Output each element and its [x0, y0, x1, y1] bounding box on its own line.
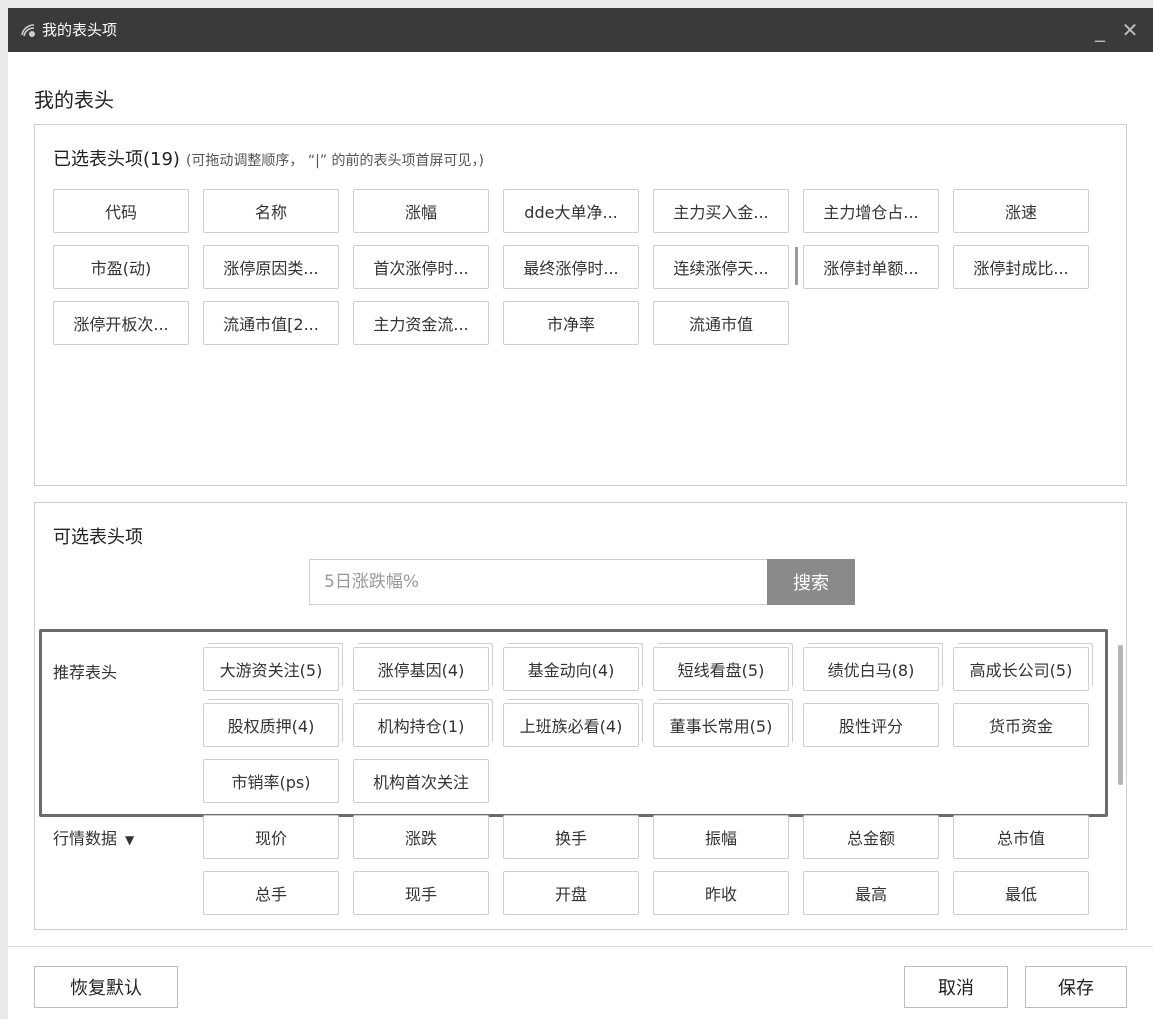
recommend-chip[interactable]: 董事长常用(5)	[653, 703, 789, 747]
scrollbar-thumb[interactable]	[1118, 645, 1123, 785]
recommend-chip[interactable]: 涨停基因(4)	[353, 647, 489, 691]
selected-chip[interactable]: dde大单净...	[503, 189, 639, 233]
market-chip[interactable]: 开盘	[503, 871, 639, 915]
recommend-chip[interactable]: 大游资关注(5)	[203, 647, 339, 691]
available-items-panel: 可选表头项 5日涨跌幅% 搜索 推荐表头 大游资关注(5) 涨停基因(4) 基金…	[34, 502, 1127, 930]
first-screen-divider[interactable]	[795, 247, 798, 285]
caret-down-icon: ▼	[125, 833, 135, 847]
recommend-label: 推荐表头	[53, 663, 118, 682]
market-chip[interactable]: 最高	[803, 871, 939, 915]
market-chip[interactable]: 涨跌	[353, 815, 489, 859]
search-input[interactable]: 5日涨跌幅%	[309, 559, 767, 605]
restore-default-button[interactable]: 恢复默认	[34, 966, 178, 1008]
selected-chip[interactable]: 连续涨停天...	[653, 245, 789, 289]
recommend-chip[interactable]: 股权质押(4)	[203, 703, 339, 747]
market-chip[interactable]: 最低	[953, 871, 1089, 915]
recommend-chip[interactable]: 上班族必看(4)	[503, 703, 639, 747]
selected-chip[interactable]: 涨停封成比...	[953, 245, 1089, 289]
selected-chip[interactable]: 涨停封单额...	[803, 245, 939, 289]
selected-hint: (可拖动调整顺序， “|” 的前的表头项首屏可见，)	[185, 153, 484, 169]
selected-chip[interactable]: 流通市值	[653, 301, 789, 345]
market-data-toggle[interactable]: 行情数据 ▼	[53, 825, 134, 849]
selected-heading-label: 已选表头项(19)	[53, 149, 180, 170]
cancel-button[interactable]: 取消	[904, 966, 1008, 1008]
recommend-chip[interactable]: 市销率(ps)	[203, 759, 339, 803]
market-data-label: 行情数据	[53, 829, 118, 848]
recommend-chip[interactable]: 绩优白马(8)	[803, 647, 939, 691]
footer-divider	[8, 946, 1153, 947]
available-heading: 可选表头项	[53, 527, 143, 548]
recommend-chip[interactable]: 机构首次关注	[353, 759, 489, 803]
recommend-chip[interactable]: 短线看盘(5)	[653, 647, 789, 691]
market-chip[interactable]: 振幅	[653, 815, 789, 859]
selected-chip[interactable]: 最终涨停时...	[503, 245, 639, 289]
minimize-button[interactable]: _	[1088, 18, 1112, 42]
selected-chip[interactable]: 主力资金流...	[353, 301, 489, 345]
recommend-chip[interactable]: 机构持仓(1)	[353, 703, 489, 747]
selected-chip[interactable]: 涨停原因类...	[203, 245, 339, 289]
selected-chip[interactable]: 主力增仓占...	[803, 189, 939, 233]
market-chip[interactable]: 昨收	[653, 871, 789, 915]
recommend-chip[interactable]: 基金动向(4)	[503, 647, 639, 691]
market-chip[interactable]: 换手	[503, 815, 639, 859]
recommend-chip[interactable]: 高成长公司(5)	[953, 647, 1089, 691]
selected-chip[interactable]: 代码	[53, 189, 189, 233]
dialog-window: 我的表头项 _ ✕ 我的表头 已选表头项(19) (可拖动调整顺序， “|” 的前…	[8, 8, 1153, 1019]
save-button[interactable]: 保存	[1025, 966, 1127, 1008]
selected-chip[interactable]: 涨幅	[353, 189, 489, 233]
search-button[interactable]: 搜索	[767, 559, 855, 605]
selected-heading: 已选表头项(19) (可拖动调整顺序， “|” 的前的表头项首屏可见，)	[53, 145, 484, 171]
selected-chip[interactable]: 流通市值[2...	[203, 301, 339, 345]
title-bar: 我的表头项 _ ✕	[8, 8, 1153, 52]
window-title: 我的表头项	[42, 21, 118, 39]
recommend-chip[interactable]: 货币资金	[953, 703, 1089, 747]
market-chip[interactable]: 总手	[203, 871, 339, 915]
page-title: 我的表头	[34, 88, 114, 112]
selected-chip[interactable]: 涨停开板次...	[53, 301, 189, 345]
market-chip[interactable]: 现手	[353, 871, 489, 915]
recommend-chip[interactable]: 股性评分	[803, 703, 939, 747]
selected-chip[interactable]: 首次涨停时...	[353, 245, 489, 289]
market-chip[interactable]: 总金额	[803, 815, 939, 859]
app-logo-icon	[18, 20, 38, 40]
selected-chip[interactable]: 主力买入金...	[653, 189, 789, 233]
selected-chip[interactable]: 市净率	[503, 301, 639, 345]
selected-items-panel: 已选表头项(19) (可拖动调整顺序， “|” 的前的表头项首屏可见，) 代码 名…	[34, 124, 1127, 486]
market-chip[interactable]: 总市值	[953, 815, 1089, 859]
close-button[interactable]: ✕	[1118, 18, 1142, 42]
market-chip[interactable]: 现价	[203, 815, 339, 859]
selected-chip[interactable]: 涨速	[953, 189, 1089, 233]
selected-chip[interactable]: 市盈(动)	[53, 245, 189, 289]
selected-chip[interactable]: 名称	[203, 189, 339, 233]
